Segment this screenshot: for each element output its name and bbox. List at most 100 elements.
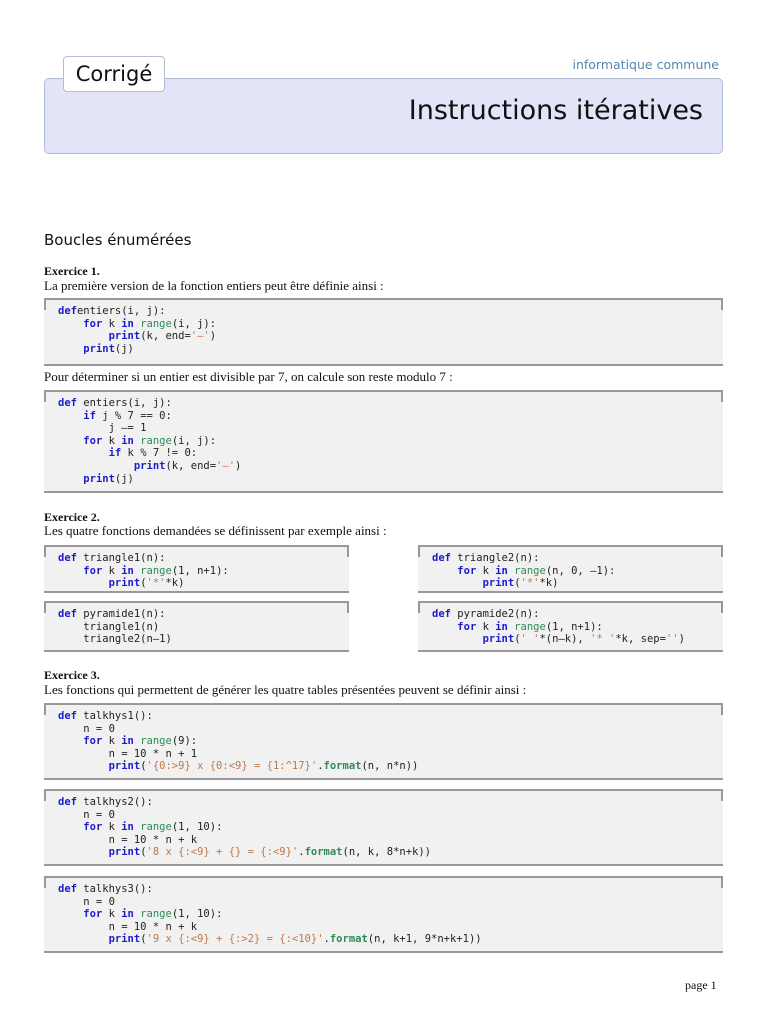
code-token: entiers(i, j): xyxy=(76,305,166,317)
code-token: k xyxy=(102,821,122,834)
code-token: def xyxy=(58,305,77,317)
code-token: for xyxy=(457,564,477,577)
exercise-1-label: Exercice 1. xyxy=(44,264,100,278)
code-token: if xyxy=(83,409,96,422)
code-token: range xyxy=(514,620,546,633)
corrige-tab: Corrigé xyxy=(63,56,165,92)
code-line: defentiers(i, j): xyxy=(58,305,723,318)
code-token: triangle1(n) xyxy=(58,620,160,633)
code-line: n = 10 * n + k xyxy=(58,921,723,934)
code-token: def xyxy=(58,710,77,722)
code-line: for k in range(1, n+1): xyxy=(432,621,723,634)
code-line: def talkhys2(): xyxy=(58,796,723,809)
code-token: j % 7 == 0: xyxy=(95,409,172,422)
code-token: n = 10 * n + k xyxy=(58,833,198,846)
exercise-1-text: Pour déterminer si un entier est divisib… xyxy=(44,369,453,384)
code-token: k xyxy=(102,564,122,577)
code-token: print xyxy=(108,577,141,590)
code-token: range xyxy=(140,735,172,748)
code-token: entiers(i, j): xyxy=(76,397,172,409)
page-title: Instructions itératives xyxy=(408,95,703,126)
code-token: (1, 10): xyxy=(171,908,223,921)
code-line: print('*'*k) xyxy=(432,577,723,590)
code-token: talkhys1(): xyxy=(76,710,153,722)
code-line: n = 10 * n + 1 xyxy=(58,748,723,761)
code-block: def triangle1(n): for k in range(1, n+1)… xyxy=(44,545,349,593)
code-token: for xyxy=(83,564,103,577)
code-token: print xyxy=(482,577,515,590)
code-line: def talkhys3(): xyxy=(58,883,723,896)
code-token: *k) xyxy=(165,577,185,590)
code-line: for k in range(1, 10): xyxy=(58,908,723,921)
code-token: (i, j): xyxy=(171,434,217,447)
code-token: format xyxy=(304,846,343,859)
section-heading: Boucles énumérées xyxy=(44,231,192,249)
code-token: (i, j): xyxy=(171,317,217,330)
exercise-1-intro: La première version de la fonction entie… xyxy=(44,278,384,293)
code-token: n = 0 xyxy=(58,895,115,908)
code-line: if k % 7 != 0: xyxy=(58,447,723,460)
code-token: range xyxy=(140,434,172,447)
code-line: print(j) xyxy=(58,473,723,486)
code-token: in xyxy=(121,908,134,921)
code-line: print('8 x {:<9} + {} = {:<9}'.format(n,… xyxy=(58,846,723,859)
code-line: print(k, end='–') xyxy=(58,330,723,343)
code-line: print(k, end='–') xyxy=(58,460,723,473)
code-token: '–' xyxy=(216,459,236,472)
code-line: def triangle1(n): xyxy=(58,552,349,565)
code-token: triangle1(n): xyxy=(76,552,166,564)
code-line: n = 0 xyxy=(58,723,723,736)
code-token: ' ' xyxy=(520,633,540,646)
page: Corrigé informatique commune Instruction… xyxy=(0,0,768,1024)
code-block: def triangle2(n): for k in range(n, 0, –… xyxy=(418,545,723,593)
code-token: range xyxy=(140,317,172,330)
code-token: triangle2(n–1) xyxy=(58,633,172,646)
code-token: def xyxy=(58,552,77,564)
code-token: *k, sep= xyxy=(615,633,666,646)
code-block: def talkhys2(): n = 0 for k in range(1, … xyxy=(44,789,723,866)
code-token: for xyxy=(83,317,103,330)
exercise-3-label: Exercice 3. xyxy=(44,668,100,682)
code-line: if j % 7 == 0: xyxy=(58,410,723,423)
code-token: range xyxy=(514,564,546,577)
code-token: if xyxy=(108,447,122,460)
code-token: in xyxy=(121,821,134,834)
code-token: for xyxy=(83,434,103,447)
code-token: k % 7 != 0: xyxy=(121,447,198,460)
code-token: range xyxy=(140,908,172,921)
page-number: page 1 xyxy=(685,978,717,992)
code-token: def xyxy=(58,397,77,409)
code-token: range xyxy=(140,564,172,577)
exercise-2-intro: Les quatre fonctions demandées se défini… xyxy=(44,523,387,538)
code-line: for k in range(n, 0, –1): xyxy=(432,565,723,578)
code-token: k xyxy=(476,620,496,633)
subject-label: informatique commune xyxy=(572,57,719,72)
code-token: (n, k, 8*n+k)) xyxy=(342,846,432,859)
code-token: print xyxy=(108,330,141,343)
code-token: (k, end= xyxy=(140,330,191,343)
code-token: in xyxy=(121,735,134,748)
code-line: def triangle2(n): xyxy=(432,552,723,565)
code-line: j –= 1 xyxy=(58,422,723,435)
code-token: def xyxy=(432,552,451,564)
code-line: print(j) xyxy=(58,343,723,356)
code-token: k xyxy=(102,317,122,330)
code-token: def xyxy=(58,608,77,620)
code-line: print(' '*(n–k), '* '*k, sep='') xyxy=(432,633,723,646)
code-token: n = 10 * n + 1 xyxy=(58,747,198,760)
code-token: print xyxy=(83,472,115,485)
code-token: for xyxy=(83,908,103,921)
code-token: '* ' xyxy=(590,633,616,646)
code-token: (9): xyxy=(171,735,198,748)
code-token: '*' xyxy=(146,577,166,590)
code-line: for k in range(9): xyxy=(58,735,723,748)
code-block: defentiers(i, j): for k in range(i, j): … xyxy=(44,298,723,366)
code-token: '' xyxy=(665,633,679,646)
